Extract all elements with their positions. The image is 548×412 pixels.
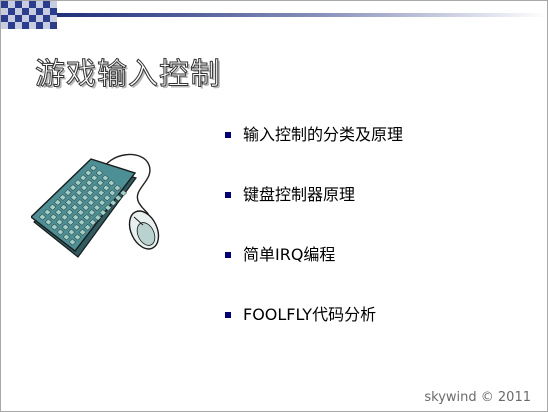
checker-cell <box>1 22 8 29</box>
checker-cell <box>22 15 29 22</box>
checker-cell <box>15 22 22 29</box>
checker-cell <box>29 1 36 8</box>
checker-cell <box>8 1 15 8</box>
watermark: skywind © 2011 <box>424 390 531 405</box>
slide-title: 游戏输入控制 <box>35 57 221 93</box>
checker-cell <box>22 1 29 8</box>
checker-cell <box>43 15 50 22</box>
checkerboard-pattern-icon <box>1 1 547 29</box>
square-bullet-icon <box>225 252 231 258</box>
checker-cell <box>36 1 43 8</box>
bullet-item: 键盘控制器原理 <box>225 183 403 243</box>
checker-cell <box>50 22 57 29</box>
checker-cell <box>8 15 15 22</box>
checker-cell <box>15 8 22 15</box>
bullet-item: 简单IRQ编程 <box>225 243 403 303</box>
checker-cell <box>36 15 43 22</box>
keyboard-and-mouse-icon <box>31 153 160 258</box>
checker-cell <box>36 22 43 29</box>
square-bullet-icon <box>225 132 231 138</box>
checker-cell <box>1 1 8 8</box>
checker-cell <box>43 1 50 8</box>
checker-cell <box>43 8 50 15</box>
square-bullet-icon <box>225 312 231 318</box>
checker-cell <box>50 15 57 22</box>
bullet-item: 输入控制的分类及原理 <box>225 123 403 183</box>
checker-cell <box>8 22 15 29</box>
checker-cell <box>43 22 50 29</box>
checker-cell <box>15 1 22 8</box>
checker-cell <box>29 22 36 29</box>
bullet-text: FOOLFLY代码分析 <box>243 305 377 324</box>
checker-cell <box>29 15 36 22</box>
checker-cell <box>1 15 8 22</box>
checker-cell <box>22 22 29 29</box>
checker-cell <box>1 8 8 15</box>
checker-cell <box>29 8 36 15</box>
bullet-text: 输入控制的分类及原理 <box>243 125 404 144</box>
checker-cell <box>36 8 43 15</box>
bullet-text: 键盘控制器原理 <box>243 185 356 204</box>
checker-cell <box>50 8 57 15</box>
slide: 游戏输入控制 输入控制的分类及原理 键盘控制器原理 简单IRQ编程 FOOLFL… <box>0 0 548 412</box>
bullet-item: FOOLFLY代码分析 <box>225 303 403 363</box>
bullet-text: 简单IRQ编程 <box>243 245 336 264</box>
checker-cell <box>8 8 15 15</box>
checker-cell <box>22 8 29 15</box>
square-bullet-icon <box>225 192 231 198</box>
checker-cell <box>50 1 57 8</box>
checker-cell <box>15 15 22 22</box>
bullet-list: 输入控制的分类及原理 键盘控制器原理 简单IRQ编程 FOOLFLY代码分析 <box>225 123 403 363</box>
